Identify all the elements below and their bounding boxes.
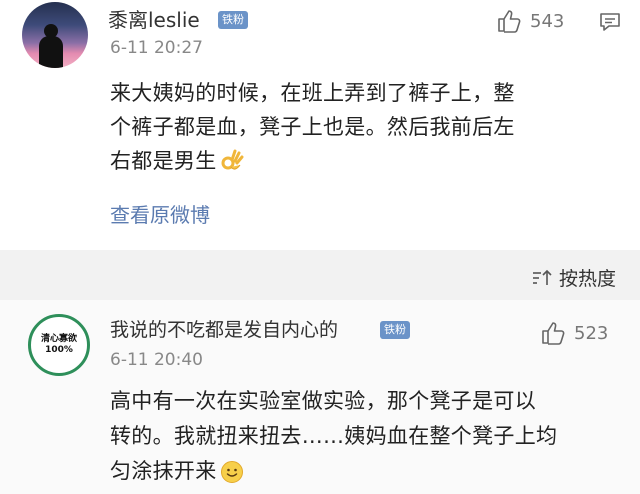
comment-line: 高中有一次在实验室做实验，那个凳子是可以: [110, 389, 536, 413]
comment-line: 转的。我就扭来扭去……姨妈血在整个凳子上均: [110, 424, 558, 448]
ok-hand-emoji-icon: [221, 149, 243, 170]
comment-line: 个裤子都是血，凳子上也是。然后我前后左: [110, 115, 515, 139]
comment-line: 匀涂抹开来: [110, 459, 217, 483]
thumbs-up-icon: [542, 322, 565, 345]
like-count: 523: [574, 322, 609, 344]
avatar-text: 100%: [45, 345, 73, 355]
sort-icon: [532, 269, 552, 285]
view-original-link[interactable]: 查看原微博: [110, 199, 210, 228]
avatar-text: 清心寡欲: [40, 334, 77, 344]
fan-badge: 铁粉: [218, 11, 248, 29]
like-button[interactable]: 523: [540, 320, 608, 346]
comment-card: 黍离leslie 铁粉 6-11 20:27 543 来大姨妈的时候，在班上弄到…: [0, 0, 640, 250]
comment-username[interactable]: 黍离leslie: [108, 8, 200, 32]
smile-emoji-icon: [220, 460, 243, 483]
comment-card: 清心寡欲 100% 我说的不吃都是发自内心的 铁粉 6-11 20:40 523…: [0, 300, 640, 494]
like-count: 543: [530, 10, 565, 32]
avatar[interactable]: 清心寡欲 100%: [28, 314, 90, 376]
comment-time: 6-11 20:40: [110, 350, 203, 370]
comment-username[interactable]: 我说的不吃都是发自内心的: [110, 318, 338, 342]
avatar[interactable]: [22, 2, 88, 68]
comment-line: 来大姨妈的时候，在班上弄到了裤子上，整: [110, 81, 515, 105]
sort-by-hot-button[interactable]: 按热度: [531, 264, 616, 291]
comment-text: 来大姨妈的时候，在班上弄到了裤子上，整 个裤子都是血，凳子上也是。然后我前后左 …: [110, 76, 515, 178]
sort-label: 按热度: [558, 268, 616, 290]
comment-time: 6-11 20:27: [110, 38, 203, 58]
sort-bar: 按热度: [0, 250, 640, 300]
thumbs-up-icon: [498, 10, 521, 33]
comment-text: 高中有一次在实验室做实验，那个凳子是可以 转的。我就扭来扭去……姨妈血在整个凳子…: [110, 384, 557, 489]
comment-reply-icon[interactable]: [598, 10, 622, 34]
fan-badge: 铁粉: [380, 321, 410, 339]
comment-line: 右都是男生: [110, 149, 217, 173]
like-button[interactable]: 543: [496, 8, 564, 34]
